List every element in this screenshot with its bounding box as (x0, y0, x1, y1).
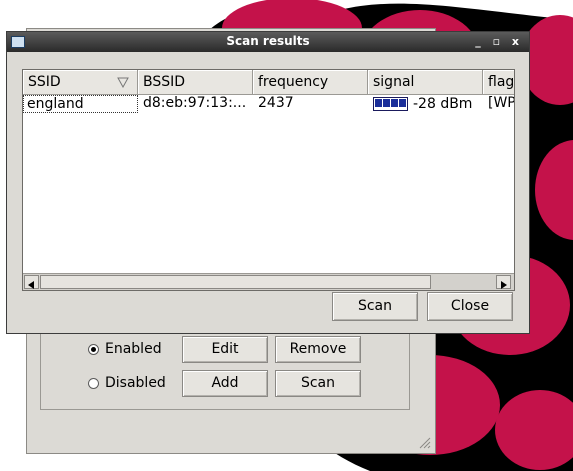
signal-segment (391, 99, 398, 107)
scan-button[interactable]: Scan (332, 292, 418, 321)
left-arrow-icon (28, 281, 34, 289)
column-header-bssid[interactable]: BSSID (138, 70, 253, 94)
radio-button-icon[interactable] (88, 343, 99, 355)
dialog-title: Scan results (226, 34, 310, 48)
scan-results-dialog: Scan results _ ▫ x SSID BSSID frequency … (6, 31, 530, 334)
edit-button[interactable]: Edit (182, 336, 268, 363)
radio-button-icon[interactable] (88, 377, 99, 389)
scrollbar-thumb[interactable] (40, 275, 431, 289)
close-button[interactable]: Close (427, 292, 513, 321)
table-row[interactable]: england d8:eb:97:13:... 2437 -28 dBm [WP (23, 95, 514, 113)
column-header-row: SSID BSSID frequency signal flag (23, 70, 514, 95)
signal-segment (375, 99, 382, 107)
resize-grip-icon[interactable] (417, 435, 431, 449)
signal-segment (399, 99, 406, 107)
background-scan-button[interactable]: Scan (275, 370, 361, 397)
results-list[interactable]: SSID BSSID frequency signal flag england… (22, 69, 515, 291)
remove-button[interactable]: Remove (275, 336, 361, 363)
radio-disabled-label: Disabled (105, 375, 166, 391)
column-header-flags[interactable]: flag (483, 70, 514, 94)
frequency-cell: 2437 (258, 95, 294, 111)
bssid-cell: d8:eb:97:13:... (143, 95, 247, 111)
signal-segment (383, 99, 390, 107)
radio-enabled-label: Enabled (105, 341, 162, 357)
column-header-signal[interactable]: signal (368, 70, 483, 94)
window-controls[interactable]: _ ▫ x (475, 35, 523, 48)
scroll-right-button[interactable] (496, 275, 511, 289)
column-header-ssid[interactable]: SSID (23, 70, 138, 94)
add-button[interactable]: Add (182, 370, 268, 397)
radio-enabled[interactable]: Enabled (88, 341, 162, 357)
ssid-cell: england (23, 95, 138, 113)
triangle-down-icon (117, 77, 129, 88)
radio-disabled[interactable]: Disabled (88, 375, 166, 391)
column-header-frequency[interactable]: frequency (253, 70, 368, 94)
right-arrow-icon (501, 281, 507, 289)
signal-cell: -28 dBm (370, 95, 483, 113)
column-header-label: SSID (28, 74, 61, 90)
horizontal-scrollbar[interactable] (23, 273, 514, 290)
signal-strength-bar (373, 97, 408, 111)
flags-cell: [WP (488, 95, 515, 111)
signal-text: -28 dBm (413, 95, 473, 112)
title-bar[interactable]: Scan results _ ▫ x (7, 32, 529, 52)
scroll-left-button[interactable] (24, 275, 39, 289)
